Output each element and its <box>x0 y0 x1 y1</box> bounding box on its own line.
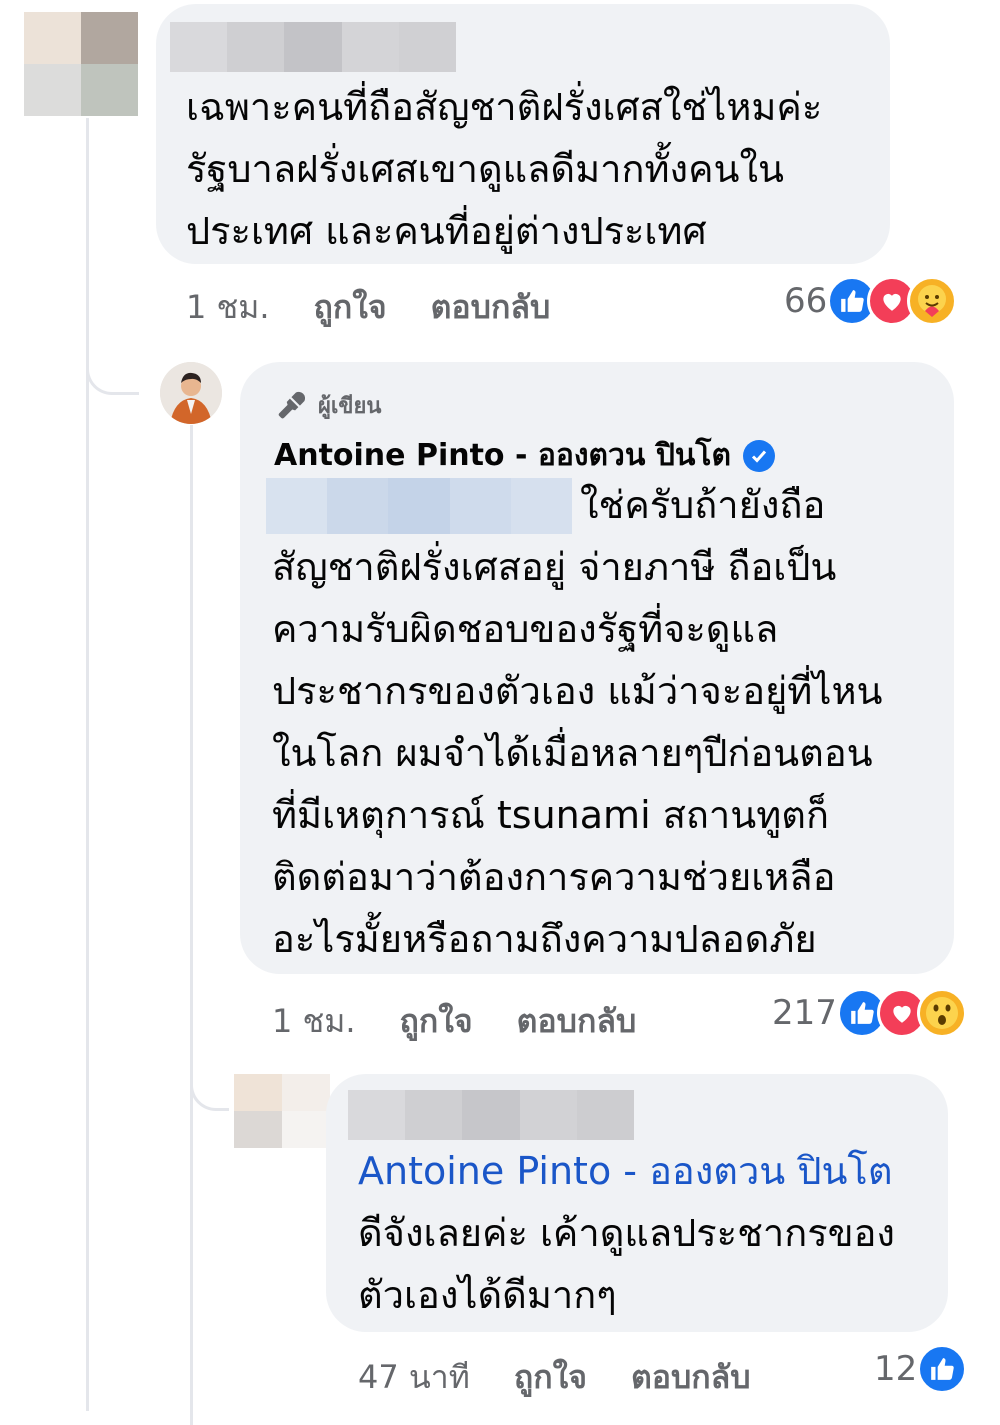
reply-link[interactable]: ตอบกลับ <box>517 996 637 1047</box>
reply-link[interactable]: ตอบกลับ <box>431 282 551 333</box>
comment-bubble: Antoine Pinto - อองตวน ปินโต ดีจังเลยค่ะ… <box>326 1074 948 1332</box>
like-link[interactable]: ถูกใจ <box>514 1352 587 1403</box>
avatar[interactable] <box>234 1074 330 1148</box>
thread-line <box>86 118 89 1411</box>
commenter-name-redacted[interactable] <box>348 1090 634 1140</box>
comment-meta: 1 ชม. ถูกใจ ตอบกลับ <box>186 282 550 333</box>
care-icon <box>907 276 958 326</box>
comment-text: สัญชาติฝรั่งเศสอยู่ จ่ายภาษี ถือเป็น ควา… <box>272 545 883 961</box>
comment-time[interactable]: 47 นาที <box>358 1352 470 1403</box>
comment-time[interactable]: 1 ชม. <box>272 996 356 1047</box>
verified-badge-icon <box>743 439 775 472</box>
reaction-count: 66 <box>784 281 828 321</box>
reply-link[interactable]: ตอบกลับ <box>631 1352 751 1403</box>
commenter-name-text[interactable]: Antoine Pinto - อองตวน ปินโต <box>274 432 731 479</box>
wow-icon <box>916 988 967 1038</box>
reaction-summary[interactable]: 66 <box>784 276 958 326</box>
thread-branch <box>190 1040 229 1111</box>
commenter-name[interactable]: Antoine Pinto - อองตวน ปินโต <box>274 432 775 479</box>
reaction-summary[interactable]: 217 <box>772 988 967 1038</box>
author-badge-label: ผู้เขียน <box>318 394 382 419</box>
mention-redacted[interactable] <box>266 478 572 534</box>
reaction-summary[interactable]: 12 <box>874 1344 968 1394</box>
like-link[interactable]: ถูกใจ <box>400 996 473 1047</box>
comment-meta: 47 นาที ถูกใจ ตอบกลับ <box>358 1352 751 1403</box>
comment-text: ดีจังเลยค่ะ เค้าดูแลประชากรของ ตัวเองได้… <box>358 1211 895 1317</box>
like-link[interactable]: ถูกใจ <box>314 282 387 333</box>
comment-bubble: ผู้เขียน Antoine Pinto - อองตวน ปินโต ใช… <box>240 362 954 974</box>
comment-meta: 1 ชม. ถูกใจ ตอบกลับ <box>272 996 636 1047</box>
comment-text: เฉพาะคนที่ถือสัญชาติฝรั่งเศสใช่ไหมค่ะ รั… <box>186 85 823 253</box>
like-icon <box>917 1344 968 1394</box>
microphone-icon <box>278 391 306 418</box>
commenter-name-redacted[interactable] <box>170 22 456 72</box>
thread-line <box>190 425 193 1425</box>
reaction-count: 12 <box>874 1349 918 1389</box>
avatar[interactable] <box>24 12 138 116</box>
comment-time[interactable]: 1 ชม. <box>186 282 270 333</box>
author-avatar[interactable] <box>160 362 222 424</box>
comment-text-first-line: ใช่ครับถ้ายังถือ <box>580 483 826 527</box>
reaction-count: 217 <box>772 993 837 1033</box>
comment-bubble: เฉพาะคนที่ถือสัญชาติฝรั่งเศสใช่ไหมค่ะ รั… <box>156 4 890 264</box>
thread-branch <box>86 330 139 395</box>
mention-link[interactable]: Antoine Pinto - อองตวน ปินโต <box>358 1140 893 1202</box>
author-badge: ผู้เขียน <box>274 388 381 423</box>
